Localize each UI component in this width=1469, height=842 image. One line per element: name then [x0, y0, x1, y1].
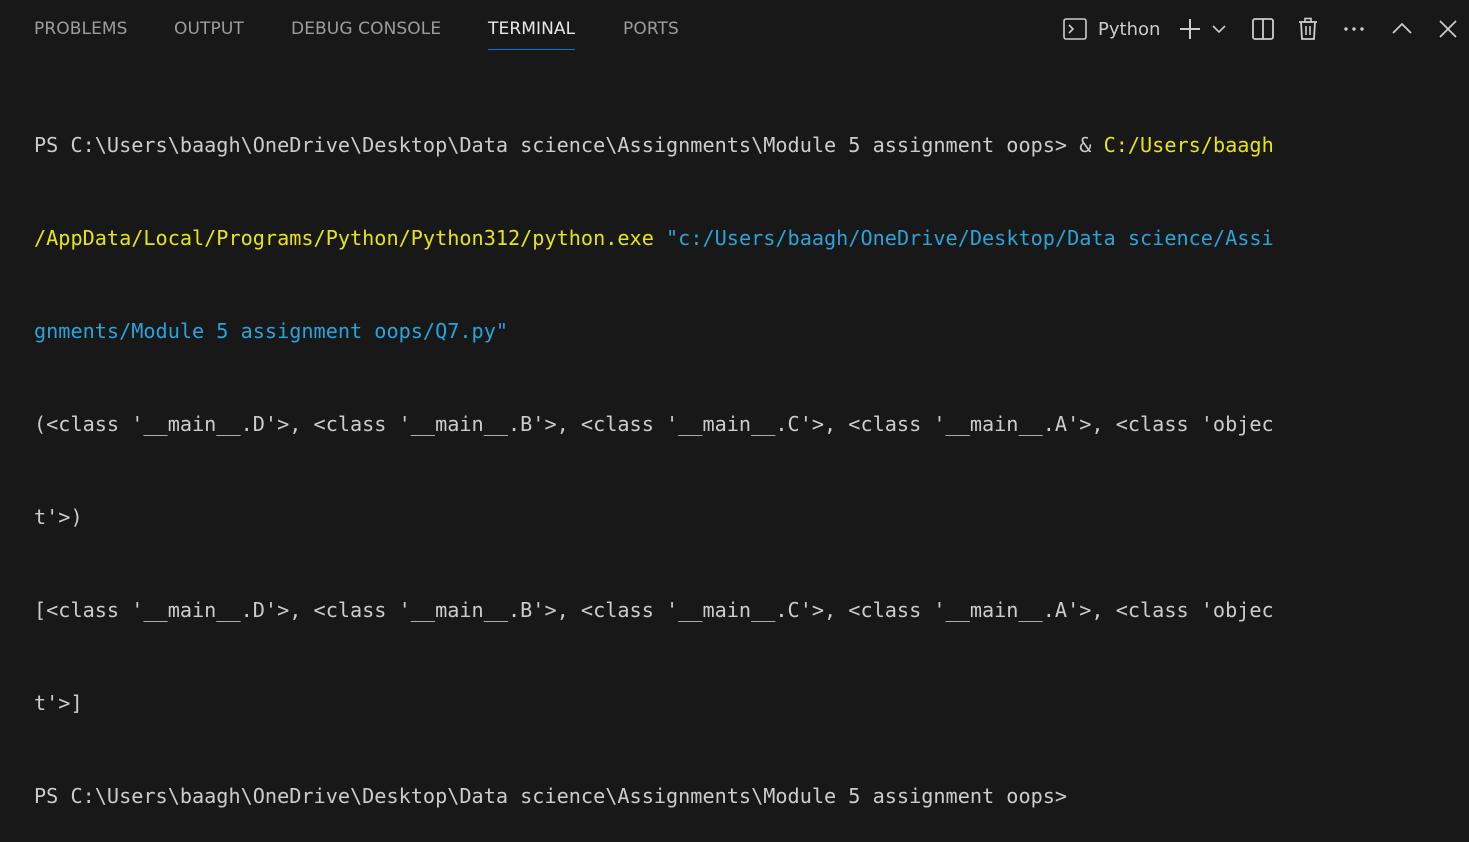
terminal-output[interactable]: PS C:\Users\baagh\OneDrive\Desktop\Data … [34, 68, 1454, 842]
executable-path-continued: /AppData/Local/Programs/Python/Python312… [34, 226, 654, 250]
executable-path: C:/Users/baagh [1103, 133, 1274, 157]
trash-icon [1296, 17, 1320, 41]
tab-terminal-label: TERMINAL [488, 19, 576, 39]
shell-selector-button[interactable]: Python [1062, 12, 1162, 46]
split-terminal-button[interactable] [1249, 12, 1277, 46]
terminal-line: PS C:\Users\baagh\OneDrive\Desktop\Data … [34, 130, 1454, 161]
shell-name: Python [1098, 18, 1161, 40]
launch-profile-dropdown[interactable] [1208, 12, 1230, 46]
tab-output[interactable]: OUTPUT [174, 19, 244, 45]
terminal-line: (<class '__main__.D'>, <class '__main__.… [34, 412, 1274, 436]
kill-terminal-button[interactable] [1294, 12, 1322, 46]
plus-icon [1178, 17, 1202, 41]
split-icon [1251, 17, 1275, 41]
terminal-line: gnments/Module 5 assignment oops/Q7.py" [34, 316, 1454, 347]
tab-ports-label: PORTS [623, 19, 679, 39]
more-actions-button[interactable] [1340, 12, 1368, 46]
tab-terminal[interactable]: TERMINAL [488, 19, 576, 50]
tab-debug-console[interactable]: DEBUG CONSOLE [291, 19, 441, 45]
terminal-line: /AppData/Local/Programs/Python/Python312… [34, 223, 1454, 254]
maximize-panel-button[interactable] [1388, 12, 1416, 46]
close-icon [1437, 18, 1459, 40]
more-icon [1342, 17, 1366, 41]
prompt-text: PS C:\Users\baagh\OneDrive\Desktop\Data … [34, 133, 1080, 157]
terminal-panel: PROBLEMS OUTPUT DEBUG CONSOLE TERMINAL P… [0, 0, 1469, 808]
new-terminal-button[interactable] [1176, 12, 1204, 46]
terminal-line: PS C:\Users\baagh\OneDrive\Desktop\Data … [34, 784, 1068, 808]
tab-problems-label: PROBLEMS [34, 19, 128, 39]
tab-problems[interactable]: PROBLEMS [34, 19, 128, 45]
close-panel-button[interactable] [1434, 12, 1462, 46]
tab-debug-console-label: DEBUG CONSOLE [291, 19, 442, 39]
script-argument: "c:/Users/baagh/OneDrive/Desktop/Data sc… [666, 226, 1274, 250]
tab-output-label: OUTPUT [174, 19, 244, 39]
panel-tab-bar: PROBLEMS OUTPUT DEBUG CONSOLE TERMINAL P… [0, 0, 1469, 60]
terminal-line: t'>) [34, 505, 83, 529]
call-operator: & [1079, 133, 1104, 157]
tab-ports[interactable]: PORTS [623, 19, 679, 45]
script-argument-continued: gnments/Module 5 assignment oops/Q7.py" [34, 319, 509, 343]
terminal-line: [<class '__main__.D'>, <class '__main__.… [34, 598, 1274, 622]
chevron-down-icon [1211, 21, 1227, 37]
terminal-icon [1062, 16, 1088, 42]
terminal-line: t'>] [34, 691, 83, 715]
chevron-up-icon [1390, 17, 1414, 41]
active-tab-indicator [488, 49, 576, 50]
